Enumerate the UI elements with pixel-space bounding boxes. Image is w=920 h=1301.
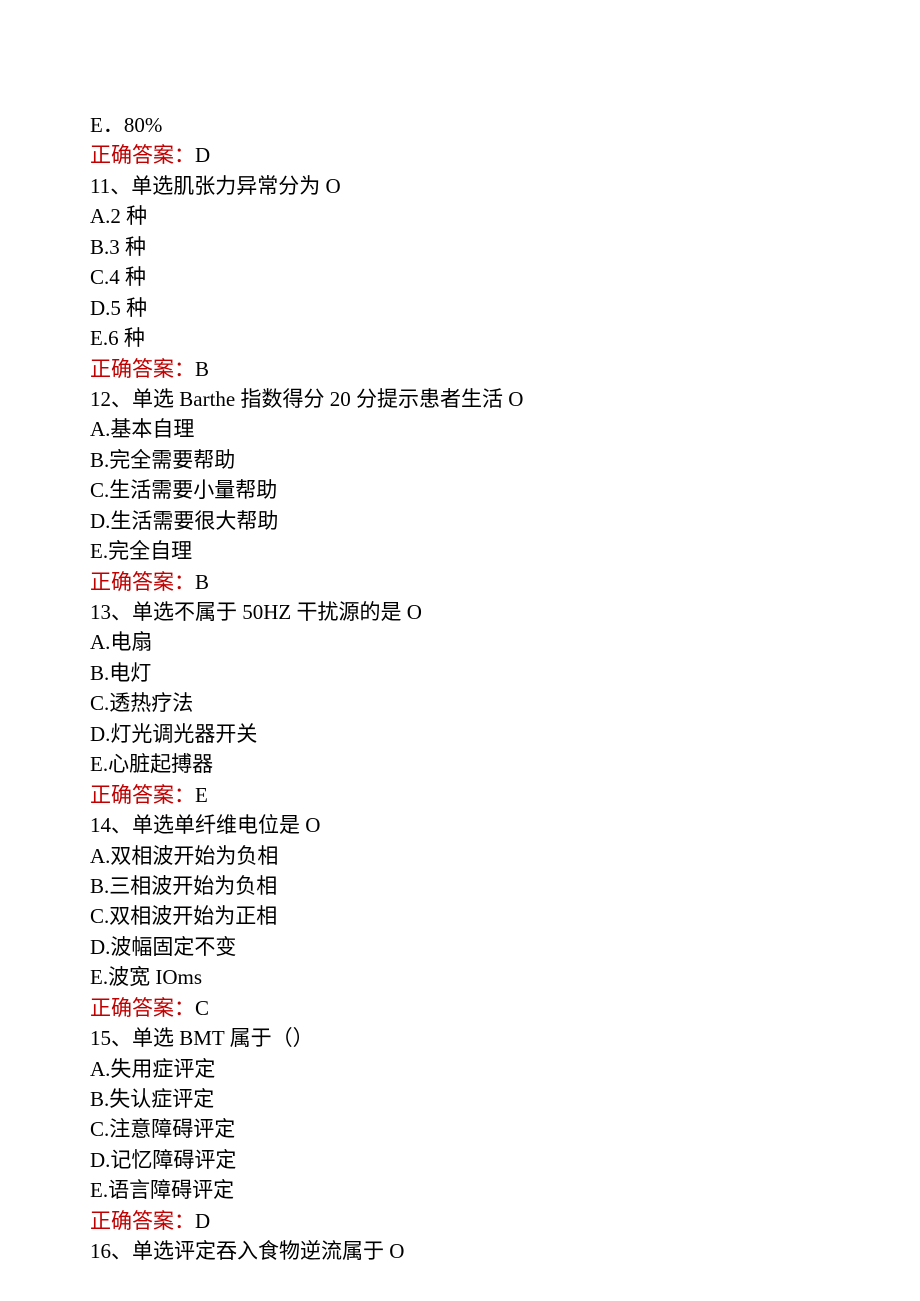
answer-label: 正确答案：: [90, 783, 195, 807]
option-line: E．80%: [90, 110, 830, 140]
option-line: D.波幅固定不变: [90, 932, 830, 962]
option-line: B.三相波开始为负相: [90, 871, 830, 901]
answer-line: 正确答案：B: [90, 567, 830, 597]
answer-line: 正确答案：E: [90, 780, 830, 810]
question-line: 12、单选 Barthe 指数得分 20 分提示患者生活 O: [90, 384, 830, 414]
answer-label: 正确答案：: [90, 143, 195, 167]
option-line: A.基本自理: [90, 414, 830, 444]
option-line: B.电灯: [90, 658, 830, 688]
option-line: B.失认症评定: [90, 1084, 830, 1114]
option-line: D.灯光调光器开关: [90, 719, 830, 749]
option-line: E.完全自理: [90, 536, 830, 566]
option-line: B.3 种: [90, 232, 830, 262]
question-line: 14、单选单纤维电位是 O: [90, 810, 830, 840]
option-line: E.6 种: [90, 323, 830, 353]
option-line: C.4 种: [90, 262, 830, 292]
question-line: 16、单选评定吞入食物逆流属于 O: [90, 1236, 830, 1266]
answer-value: B: [195, 357, 209, 381]
document-page: E．80% 正确答案：D 11、单选肌张力异常分为 O A.2 种 B.3 种 …: [0, 0, 920, 1301]
option-line: C.生活需要小量帮助: [90, 475, 830, 505]
option-line: A.双相波开始为负相: [90, 841, 830, 871]
answer-line: 正确答案：B: [90, 354, 830, 384]
answer-line: 正确答案：D: [90, 140, 830, 170]
answer-value: B: [195, 570, 209, 594]
option-line: D.生活需要很大帮助: [90, 506, 830, 536]
question-line: 15、单选 BMT 属于（）: [90, 1023, 830, 1053]
option-line: D.5 种: [90, 293, 830, 323]
option-line: A.电扇: [90, 627, 830, 657]
option-line: E.语言障碍评定: [90, 1175, 830, 1205]
option-line: B.完全需要帮助: [90, 445, 830, 475]
answer-label: 正确答案：: [90, 1209, 195, 1233]
option-line: E.波宽 IOms: [90, 962, 830, 992]
answer-value: D: [195, 1209, 210, 1233]
answer-line: 正确答案：C: [90, 993, 830, 1023]
answer-label: 正确答案：: [90, 996, 195, 1020]
answer-value: D: [195, 143, 210, 167]
question-line: 13、单选不属于 50HZ 干扰源的是 O: [90, 597, 830, 627]
option-line: E.心脏起搏器: [90, 749, 830, 779]
option-line: C.双相波开始为正相: [90, 901, 830, 931]
option-line: A.失用症评定: [90, 1054, 830, 1084]
answer-value: C: [195, 996, 209, 1020]
option-line: C.透热疗法: [90, 688, 830, 718]
answer-line: 正确答案：D: [90, 1206, 830, 1236]
option-line: A.2 种: [90, 201, 830, 231]
answer-label: 正确答案：: [90, 570, 195, 594]
answer-value: E: [195, 783, 208, 807]
option-line: C.注意障碍评定: [90, 1114, 830, 1144]
option-line: D.记忆障碍评定: [90, 1145, 830, 1175]
answer-label: 正确答案：: [90, 357, 195, 381]
question-line: 11、单选肌张力异常分为 O: [90, 171, 830, 201]
